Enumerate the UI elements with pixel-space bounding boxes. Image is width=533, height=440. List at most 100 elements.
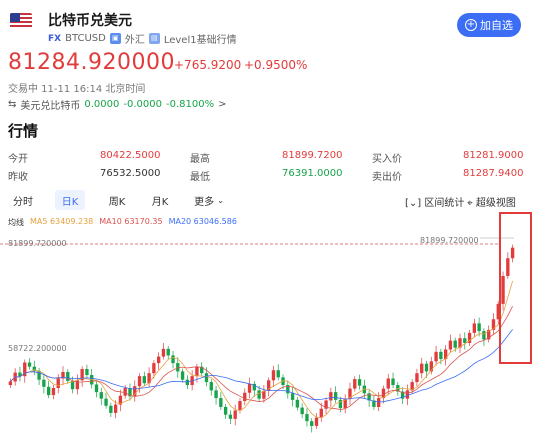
candle-body [463, 338, 467, 343]
high-marker-label: 81899.720000 [420, 236, 479, 245]
stat-high-label: 最高 [190, 154, 210, 165]
candle-body [109, 405, 113, 413]
candle-body [271, 370, 276, 381]
candle-body [219, 398, 223, 407]
ma5-line [10, 280, 513, 418]
stat-prev-value: 76532.5000 [100, 168, 161, 179]
chevron-right-icon: > [218, 99, 227, 110]
stat-high-value: 81899.7200 [282, 150, 343, 161]
candle-body [161, 348, 166, 357]
price-change: +765.9200 [174, 58, 242, 72]
kline-chart[interactable]: 81899.720000 81899.720000 58722.200000 [0, 226, 533, 440]
add-watchlist-button[interactable]: + 加自选 [457, 13, 521, 37]
candle-body [300, 407, 304, 415]
candle-body [439, 351, 443, 359]
candle-body [152, 363, 156, 374]
candle-body [472, 323, 477, 333]
candle-body [195, 366, 199, 377]
candle-body [171, 355, 175, 364]
candle-body [142, 376, 146, 384]
candle-body [305, 414, 309, 422]
candle-body [180, 371, 185, 380]
candle-body [357, 379, 362, 386]
fx-badge: FX [48, 33, 62, 44]
candle-body [243, 392, 247, 402]
price-change-pct: +0.9500% [244, 58, 308, 72]
candle-body [448, 340, 453, 350]
stat-open-label: 今开 [8, 154, 28, 165]
stat-open-value: 80422.5000 [100, 150, 161, 161]
candle-body [46, 386, 51, 396]
candle-body [8, 381, 13, 386]
candle-body [333, 392, 338, 400]
highlight-frame [499, 212, 532, 364]
candle-body [66, 372, 70, 381]
candle-body [276, 370, 280, 378]
candle-body [386, 378, 390, 389]
candle-body [453, 340, 457, 348]
candle-body [233, 410, 237, 419]
candle-body [156, 356, 161, 364]
section-title: 行情 [8, 122, 39, 140]
candle-body [391, 378, 395, 386]
super-view-button[interactable]: ⌖ 超级视图 [467, 194, 516, 209]
candle-body [113, 404, 118, 413]
candle-body [377, 398, 381, 407]
page-title: 比特币兑美元 [48, 13, 132, 29]
candle-body [434, 351, 438, 362]
stat-ask-value: 81287.9400 [463, 168, 524, 179]
candle-body [353, 379, 357, 389]
axis-max-label: 81899.720000 [8, 239, 67, 248]
tab-intraday[interactable]: 分时 [8, 190, 38, 210]
candle-body [85, 369, 89, 375]
candle-body [228, 414, 233, 419]
us-flag-icon [10, 13, 32, 29]
stat-bid-value: 81281.9000 [463, 150, 524, 161]
candle-body [310, 421, 314, 426]
candle-body [137, 376, 142, 387]
candle-body [204, 373, 209, 383]
candle-body [214, 390, 218, 399]
axis-mid-label: 58722.200000 [8, 344, 67, 353]
candle-body [27, 362, 32, 367]
cross-rate-link[interactable]: ⇆ 美元兑比特币 0.0000 -0.0000 -0.8100% > [8, 97, 227, 112]
market-tag-icon: ▣ [109, 33, 121, 44]
crosshair-icon: ⌖ [467, 198, 473, 209]
candle-body [94, 384, 99, 393]
candle-body [329, 392, 333, 401]
ma20-line [10, 329, 513, 403]
range-stat-button[interactable]: [⌄] 区间统计 [405, 194, 464, 209]
symbol-code: BTCUSD [65, 33, 106, 44]
candle-body [238, 401, 242, 411]
candle-body [314, 417, 319, 426]
candle-body [482, 331, 486, 340]
stat-low-value: 76391.0000 [282, 168, 343, 179]
stat-low-label: 最低 [190, 172, 210, 183]
stat-ask-label: 卖出价 [372, 172, 402, 183]
market-tag: 外汇 [124, 35, 145, 46]
tab-daily-k[interactable]: 日K [55, 190, 85, 210]
tab-more[interactable]: 更多 ⌄ [188, 190, 230, 210]
range-icon: [⌄] [405, 198, 422, 209]
stat-bid-label: 买入价 [372, 154, 402, 165]
candle-body [51, 388, 56, 396]
candle-body [290, 393, 295, 400]
candle-body [405, 390, 410, 399]
tab-monthly-k[interactable]: 月K [145, 190, 175, 210]
candle-body [319, 408, 323, 418]
candle-body [477, 323, 481, 332]
candle-body [420, 363, 424, 374]
trading-status: 交易中 11-11 16:14 北京时间 [8, 84, 146, 95]
level-tag-icon: ▤ [148, 33, 160, 44]
candle-body [415, 373, 419, 383]
tab-weekly-k[interactable]: 周K [102, 190, 132, 210]
last-price: 81284.920000 [8, 50, 175, 75]
candle-body [42, 379, 46, 387]
chevron-down-icon: ⌄ [217, 195, 224, 205]
candle-body [247, 383, 252, 393]
candle-body [295, 399, 300, 408]
level-tag: Level1基础行情 [163, 35, 237, 46]
symbol-row: FX BTCUSD ▣ 外汇 ▤ Level1基础行情 [48, 31, 237, 46]
candle-body [166, 348, 170, 356]
candle-body [424, 363, 429, 372]
